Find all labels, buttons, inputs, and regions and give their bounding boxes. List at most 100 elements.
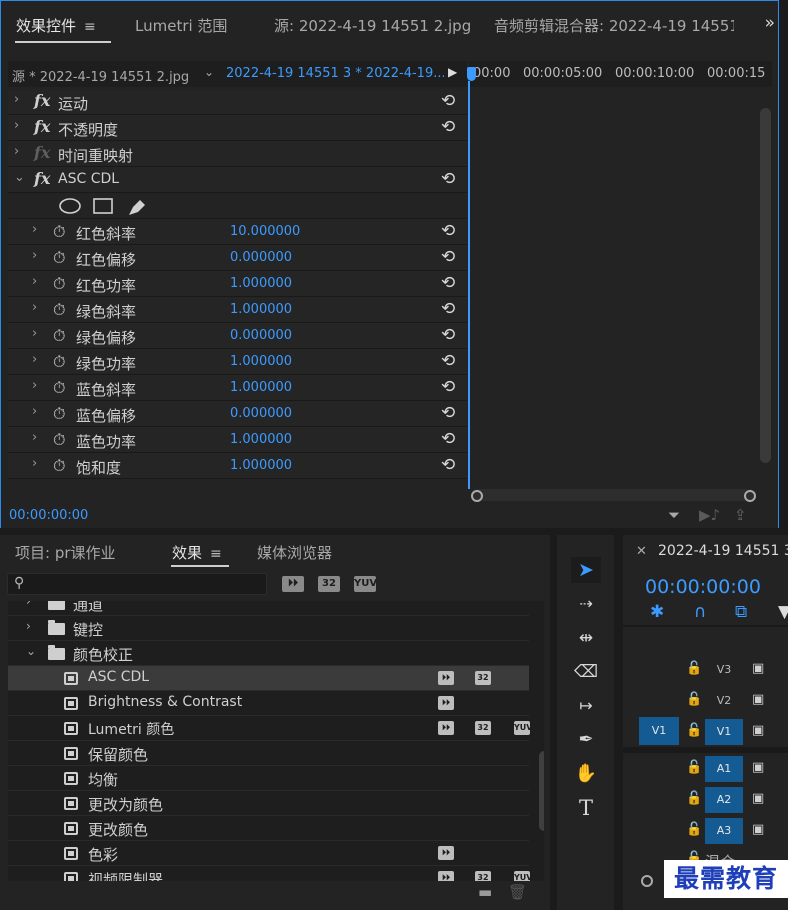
tab-source-monitor[interactable]: 源: 2022-4-19 14551 2.jpg bbox=[274, 15, 471, 36]
chevron-down-icon[interactable]: ⌄ bbox=[204, 65, 214, 79]
reset-icon[interactable]: ⟲ bbox=[441, 273, 455, 293]
tab-lumetri-scopes[interactable]: Lumetri 范围 bbox=[135, 15, 227, 36]
chevron-right-icon[interactable]: › bbox=[26, 619, 31, 633]
chevron-right-icon[interactable]: › bbox=[26, 601, 31, 608]
effect-row-time-remap[interactable]: › fx 时间重映射 bbox=[8, 141, 467, 167]
nest-toggle-icon[interactable]: ✱ bbox=[650, 602, 664, 622]
param-value[interactable]: 1.000000 bbox=[230, 458, 292, 473]
reset-icon[interactable]: ⟲ bbox=[441, 117, 455, 137]
track-target[interactable]: A3 bbox=[705, 818, 743, 844]
sequence-tab-title[interactable]: 2022-4-19 14551 3 bbox=[658, 543, 788, 559]
stopwatch-icon[interactable]: ⏱ bbox=[53, 222, 65, 242]
audio-loop-icon[interactable]: ▶♪ bbox=[699, 506, 720, 524]
accelerated-filter-icon[interactable]: ⏵⏵ bbox=[282, 576, 304, 592]
track-target[interactable]: A1 bbox=[705, 756, 743, 782]
chevron-right-icon[interactable]: › bbox=[32, 274, 37, 289]
reset-icon[interactable]: ⟲ bbox=[441, 299, 455, 319]
stopwatch-icon[interactable]: ⏱ bbox=[53, 274, 65, 294]
chevron-right-icon[interactable]: › bbox=[32, 248, 37, 263]
stopwatch-icon[interactable]: ⏱ bbox=[53, 378, 65, 398]
vertical-scrollbar[interactable] bbox=[539, 751, 544, 831]
linked-selection-icon[interactable]: ⧉ bbox=[735, 602, 747, 622]
folder-row[interactable]: › 通道 bbox=[8, 601, 529, 616]
panel-menu-icon[interactable]: ≡ bbox=[210, 546, 222, 562]
lock-icon[interactable]: 🔓 bbox=[686, 760, 702, 775]
fx-toggle-icon[interactable]: fx bbox=[34, 117, 50, 136]
pen-tool-icon[interactable]: ✒ bbox=[571, 727, 601, 753]
new-bin-icon[interactable]: ▬ bbox=[478, 883, 492, 901]
reset-icon[interactable]: ⟲ bbox=[441, 403, 455, 423]
chevron-right-icon[interactable]: › bbox=[14, 144, 19, 159]
param-value[interactable]: 0.000000 bbox=[230, 250, 292, 265]
effect-row-opacity[interactable]: › fx 不透明度 ⟲ bbox=[8, 115, 467, 141]
current-timecode[interactable]: 00:00:00:00 bbox=[9, 508, 88, 523]
trash-icon[interactable]: 🗑 bbox=[508, 883, 527, 901]
stopwatch-icon[interactable]: ⏱ bbox=[53, 352, 65, 372]
pen-mask-icon[interactable] bbox=[126, 197, 148, 217]
rectangle-mask-icon[interactable] bbox=[92, 197, 114, 215]
toggle-output-icon[interactable]: ▣ bbox=[752, 760, 764, 775]
stopwatch-icon[interactable]: ⏱ bbox=[53, 326, 65, 346]
zoom-handle-right[interactable] bbox=[744, 490, 756, 502]
param-value[interactable]: 10.000000 bbox=[230, 224, 300, 239]
selection-tool-icon[interactable]: ➤ bbox=[571, 557, 601, 583]
param-value[interactable]: 1.000000 bbox=[230, 302, 292, 317]
stopwatch-icon[interactable]: ⏱ bbox=[53, 404, 65, 424]
hand-tool-icon[interactable]: ✋ bbox=[571, 761, 601, 787]
lock-icon[interactable]: 🔓 bbox=[686, 723, 702, 738]
effect-item[interactable]: ASC CDL ⏵⏵ 32 bbox=[8, 666, 529, 691]
tab-overflow-icon[interactable]: » bbox=[765, 13, 776, 33]
chevron-right-icon[interactable]: › bbox=[14, 92, 19, 107]
tab-effects[interactable]: 效果 ≡ bbox=[172, 542, 222, 563]
chevron-right-icon[interactable]: › bbox=[32, 378, 37, 393]
track-target[interactable]: V3 bbox=[705, 657, 743, 683]
chevron-right-icon[interactable]: › bbox=[14, 118, 19, 133]
track-select-tool-icon[interactable]: ⇢ bbox=[571, 591, 601, 617]
razor-tool-icon[interactable]: ⌫ bbox=[571, 659, 601, 685]
tab-effect-controls[interactable]: 效果控件 ≡ bbox=[16, 15, 96, 36]
chevron-right-icon[interactable]: › bbox=[32, 430, 37, 445]
lock-icon[interactable]: 🔓 bbox=[686, 822, 702, 837]
toggle-output-icon[interactable]: ▣ bbox=[752, 661, 764, 676]
ripple-edit-tool-icon[interactable]: ⇹ bbox=[571, 625, 601, 651]
reset-icon[interactable]: ⟲ bbox=[441, 455, 455, 475]
reset-icon[interactable]: ⟲ bbox=[441, 377, 455, 397]
play-triangle-icon[interactable]: ▶ bbox=[448, 65, 457, 79]
folder-row[interactable]: ⌄ 颜色校正 bbox=[8, 641, 529, 666]
lock-icon[interactable]: 🔓 bbox=[686, 692, 702, 707]
ellipse-mask-icon[interactable] bbox=[58, 197, 82, 215]
tab-media-browser[interactable]: 媒体浏览器 bbox=[257, 542, 332, 563]
lock-icon[interactable]: 🔓 bbox=[686, 661, 702, 676]
tab-project[interactable]: 项目: pr课作业 bbox=[15, 542, 116, 563]
export-icon[interactable]: ⇪ bbox=[734, 506, 747, 524]
stopwatch-icon[interactable]: ⏱ bbox=[53, 430, 65, 450]
reset-icon[interactable]: ⟲ bbox=[441, 169, 455, 189]
reset-icon[interactable]: ⟲ bbox=[441, 429, 455, 449]
horizontal-scrollbar[interactable] bbox=[471, 489, 756, 501]
chevron-right-icon[interactable]: › bbox=[32, 352, 37, 367]
fx-toggle-icon[interactable]: fx bbox=[34, 91, 50, 110]
effect-item[interactable]: Lumetri 颜色 ⏵⏵ 32 YUV bbox=[8, 716, 532, 741]
toggle-output-icon[interactable]: ▣ bbox=[752, 822, 764, 837]
reset-icon[interactable]: ⟲ bbox=[441, 325, 455, 345]
32bit-filter-icon[interactable]: 32 bbox=[318, 576, 340, 592]
tab-audio-clip-mixer[interactable]: 音频剪辑混合器: 2022-4-19 14551 bbox=[494, 15, 734, 36]
toggle-output-icon[interactable]: ▣ bbox=[752, 723, 764, 738]
source-clip-label[interactable]: 源 * 2022-4-19 14551 2.jpg bbox=[12, 66, 189, 85]
param-value[interactable]: 0.000000 bbox=[230, 328, 292, 343]
time-ruler[interactable]: 00:00 00:00:05:00 00:00:10:00 00:00:15 bbox=[469, 61, 772, 87]
reset-icon[interactable]: ⟲ bbox=[441, 221, 455, 241]
yuv-filter-icon[interactable]: YUV bbox=[354, 576, 377, 592]
type-tool-icon[interactable]: T bbox=[571, 795, 601, 821]
param-value[interactable]: 1.000000 bbox=[230, 276, 292, 291]
playhead-line[interactable] bbox=[468, 81, 470, 489]
fx-toggle-icon[interactable]: fx bbox=[34, 169, 50, 188]
effect-item[interactable]: 均衡 bbox=[8, 766, 529, 791]
chevron-right-icon[interactable]: › bbox=[32, 456, 37, 471]
effect-item[interactable]: 视频限制器 ⏵⏵ 32 YUV bbox=[8, 866, 532, 881]
close-icon[interactable]: ✕ bbox=[636, 544, 647, 559]
add-marker-icon[interactable]: ▼ bbox=[778, 602, 788, 622]
sequence-clip-label[interactable]: 2022-4-19 14551 3 * 2022-4-19... bbox=[226, 66, 444, 81]
video-audio-divider[interactable] bbox=[623, 747, 788, 753]
snap-magnet-icon[interactable]: ∩ bbox=[694, 602, 706, 622]
